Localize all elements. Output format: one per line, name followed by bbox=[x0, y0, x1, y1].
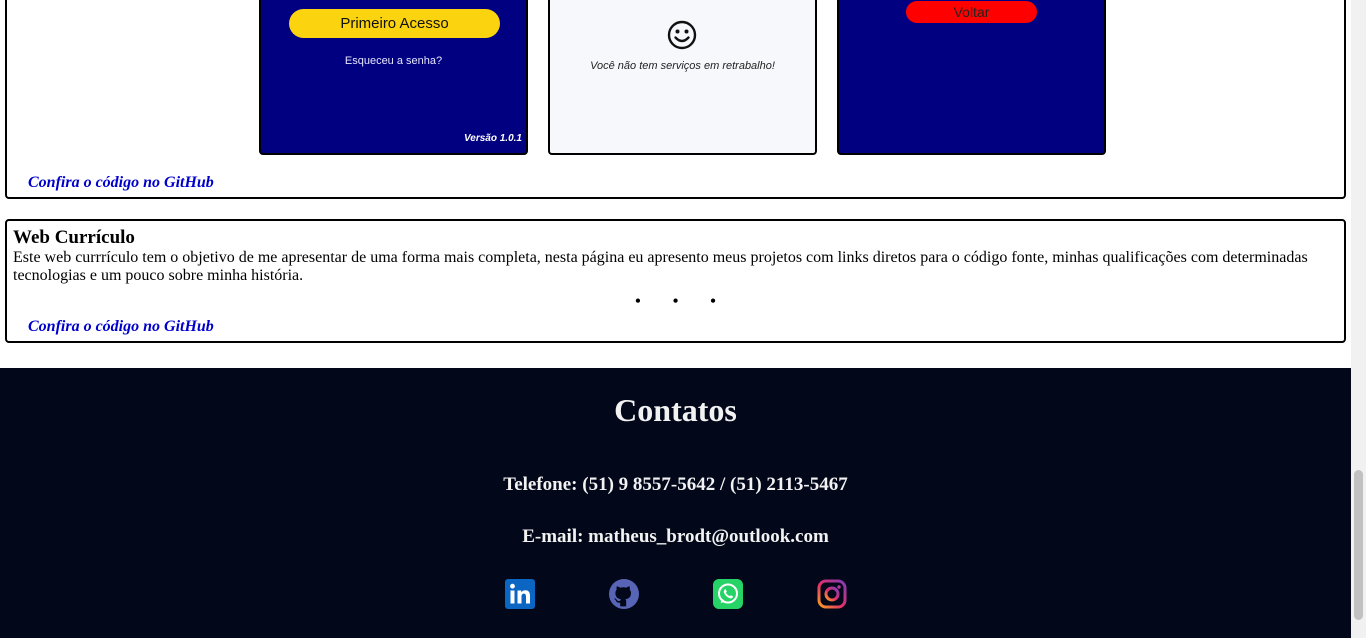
project-card-app: Primeiro Acesso Esqueceu a senha? Versão… bbox=[5, 0, 1346, 199]
phone-text: Telefone: (51) 9 8557-5642 / (51) 2113-5… bbox=[503, 474, 848, 495]
screenshot-login: Primeiro Acesso Esqueceu a senha? Versão… bbox=[259, 0, 528, 155]
linkedin-icon[interactable] bbox=[505, 579, 535, 609]
github-icon[interactable] bbox=[609, 579, 639, 609]
version-label: Versão 1.0.1 bbox=[463, 133, 522, 144]
page: Primeiro Acesso Esqueceu a senha? Versão… bbox=[0, 0, 1351, 638]
forgot-password-link: Esqueceu a senha? bbox=[344, 55, 443, 67]
github-code-link[interactable]: Confira o código no GitHub bbox=[28, 174, 214, 192]
contacts-title: Contatos bbox=[614, 392, 737, 428]
contacts-footer: Contatos Telefone: (51) 9 8557-5642 / (5… bbox=[0, 368, 1351, 638]
first-access-button: Primeiro Acesso bbox=[289, 9, 500, 38]
github-code-link[interactable]: Confira o código no GitHub bbox=[28, 318, 214, 336]
project-description: Este web currrículo tem o objetivo de me… bbox=[13, 249, 1308, 284]
instagram-icon[interactable] bbox=[817, 579, 847, 609]
more-ellipsis: • • • bbox=[635, 293, 730, 310]
screenshot-empty-state: Você não tem serviços em retrabalho! bbox=[548, 0, 817, 155]
project-card-web-curriculo: Web Currículo Este web currrículo tem o … bbox=[5, 219, 1346, 343]
smiley-icon bbox=[667, 20, 697, 50]
scrollbar-thumb[interactable] bbox=[1354, 470, 1363, 620]
email-text: E-mail: matheus_brodt@outlook.com bbox=[522, 526, 829, 547]
whatsapp-icon[interactable] bbox=[713, 579, 743, 609]
back-button: Voltar bbox=[906, 1, 1037, 23]
screenshot-back: Voltar bbox=[837, 0, 1106, 155]
empty-state-message: Você não tem serviços em retrabalho! bbox=[590, 60, 775, 72]
project-title: Web Currículo bbox=[13, 227, 135, 248]
page-scrollbar[interactable] bbox=[1351, 0, 1366, 638]
